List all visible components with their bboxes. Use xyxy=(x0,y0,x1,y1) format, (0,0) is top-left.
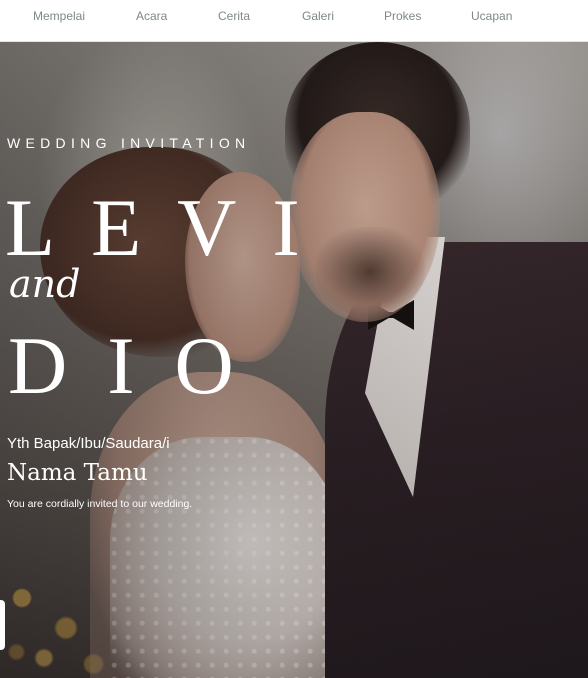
nav-link-ucapan[interactable]: Ucapan xyxy=(471,9,512,23)
nav-link-galeri[interactable]: Galeri xyxy=(302,9,334,23)
nav-link-cerita[interactable]: Cerita xyxy=(218,9,250,23)
invitation-text: You are cordially invited to our wedding… xyxy=(7,498,193,510)
nav-link-mempelai[interactable]: Mempelai xyxy=(33,9,85,23)
nav-link-prokes[interactable]: Prokes xyxy=(384,9,421,23)
nav-link-acara[interactable]: Acara xyxy=(136,9,167,23)
bride-name: LEVI xyxy=(5,182,336,273)
wedding-invitation-heading: WEDDING INVITATION xyxy=(7,135,251,151)
and-script: and xyxy=(9,262,81,306)
groom-name: DIO xyxy=(8,320,274,411)
hero-section: WEDDING INVITATION LEVI and DIO Yth Bapa… xyxy=(0,42,588,678)
side-toggle-button[interactable] xyxy=(0,600,5,650)
top-navigation: Mempelai Acara Cerita Galeri Prokes Ucap… xyxy=(0,0,588,42)
greeting-text: Yth Bapak/Ibu/Saudara/i xyxy=(7,435,170,452)
guest-name: Nama Tamu xyxy=(7,460,148,486)
